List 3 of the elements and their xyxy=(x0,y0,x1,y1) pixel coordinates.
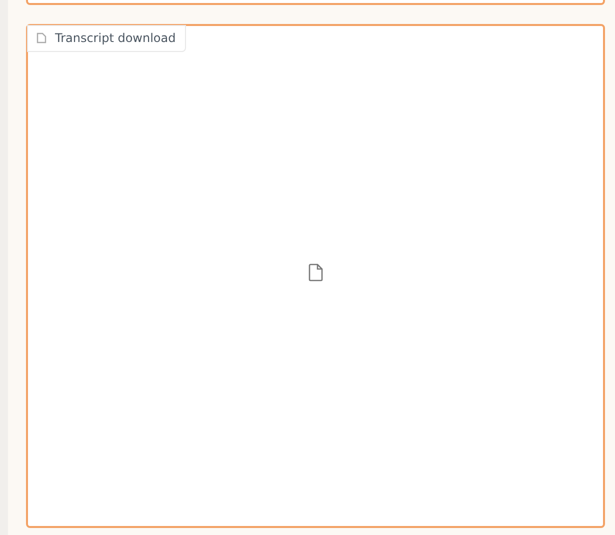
file-icon xyxy=(36,32,47,44)
panel-title: Transcript download xyxy=(55,31,176,45)
file-icon xyxy=(308,262,324,282)
